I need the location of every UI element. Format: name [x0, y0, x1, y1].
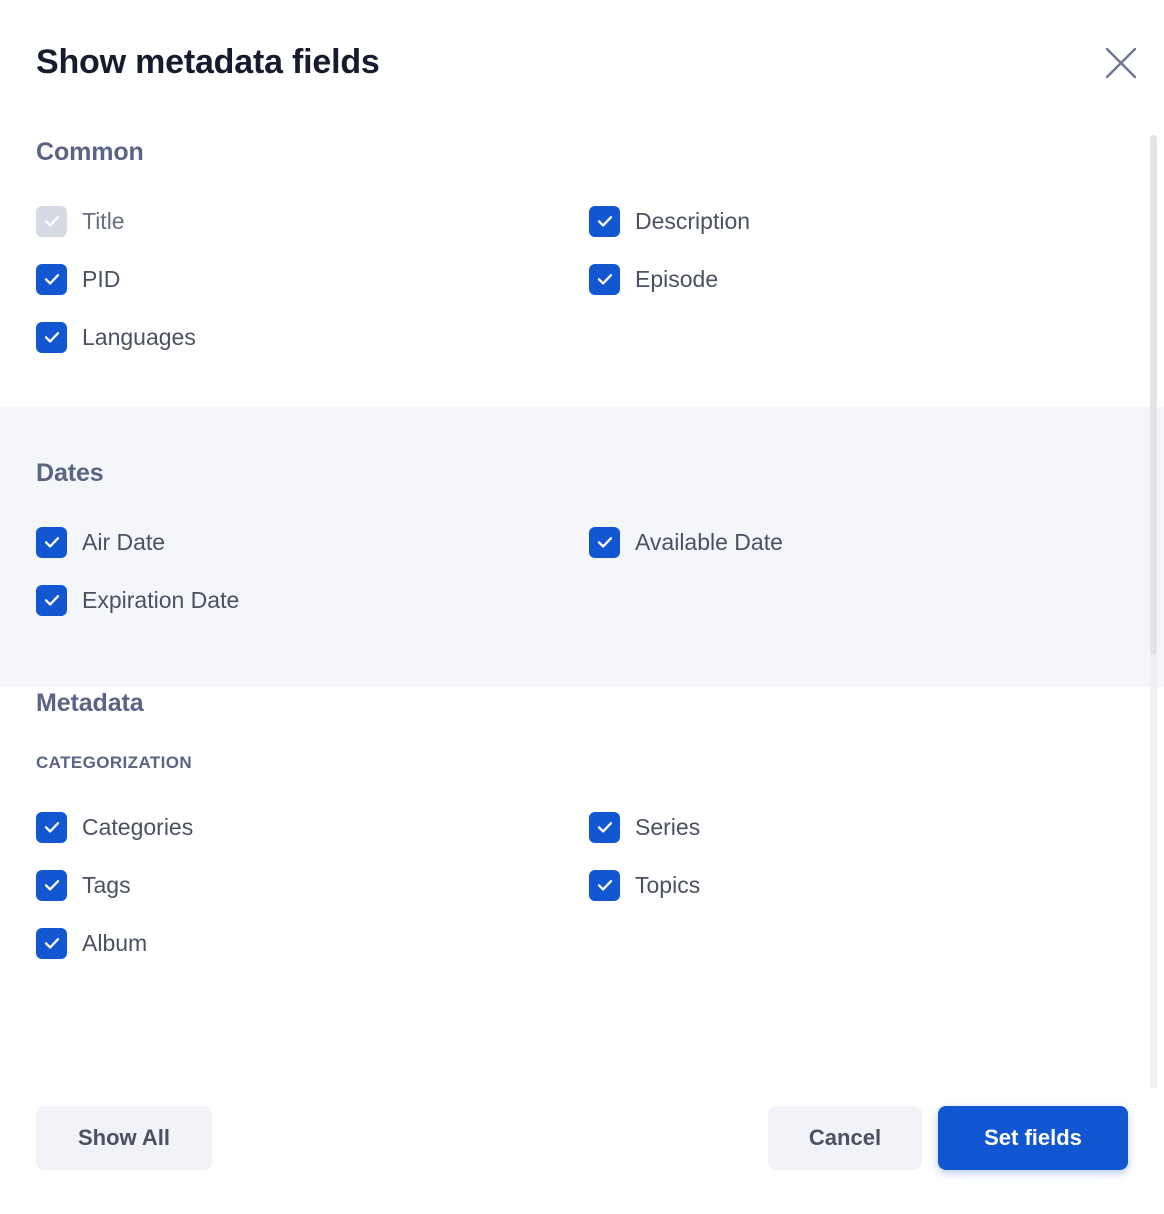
checkbox-categories[interactable] [36, 811, 67, 843]
close-button[interactable] [1098, 40, 1144, 86]
field-label: Available Date [635, 529, 783, 555]
checkbox-episode[interactable] [589, 263, 620, 295]
section-title-dates: Dates [36, 459, 104, 487]
checkbox-air-date[interactable] [36, 526, 67, 558]
field-row[interactable]: Topics [589, 856, 1128, 914]
field-label: Series [635, 814, 701, 840]
field-label: Expiration Date [82, 587, 240, 613]
dialog-footer: Show All Cancel Set fields [0, 1088, 1164, 1214]
set-fields-button[interactable]: Set fields [938, 1106, 1128, 1170]
field-label: Tags [82, 872, 131, 898]
show-all-button[interactable]: Show All [36, 1106, 212, 1170]
cancel-button[interactable]: Cancel [768, 1106, 922, 1170]
field-label: Description [635, 208, 751, 234]
field-label: Album [82, 930, 148, 956]
section-common: Common Title Description PID Episode Language… [0, 118, 1164, 407]
section-title-metadata: Metadata [36, 689, 144, 717]
subsection-title-categorization: CATEGORIZATION [36, 753, 193, 772]
field-row[interactable]: PID [36, 250, 589, 308]
field-row[interactable]: Album [36, 914, 589, 972]
checkbox-topics[interactable] [589, 869, 620, 901]
field-grid-dates: Air Date Available Date Expiration Date [36, 513, 1128, 629]
field-row[interactable]: Episode [589, 250, 1128, 308]
show-metadata-fields-dialog: Show metadata fields Common Title Descript… [0, 0, 1164, 1214]
field-label: Categories [82, 814, 194, 840]
field-grid-common: Title Description PID Episode Languages [36, 192, 1128, 366]
scrollbar-thumb[interactable] [1150, 135, 1157, 655]
dialog-header: Show metadata fields [0, 0, 1164, 118]
checkbox-album[interactable] [36, 927, 67, 959]
section-title-common: Common [36, 138, 144, 166]
field-label: Title [82, 208, 125, 234]
field-label: PID [82, 266, 121, 292]
field-row[interactable]: Tags [36, 856, 589, 914]
checkbox-description[interactable] [589, 205, 620, 237]
field-row[interactable]: Air Date [36, 513, 589, 571]
section-metadata: Metadata CATEGORIZATION Categories Series Ta… [0, 687, 1164, 972]
close-icon [1104, 46, 1138, 80]
field-label: Topics [635, 872, 701, 898]
checkbox-series[interactable] [589, 811, 620, 843]
checkbox-expiration-date[interactable] [36, 584, 67, 616]
scrollbar-track[interactable] [1150, 135, 1157, 1100]
checkbox-tags[interactable] [36, 869, 67, 901]
dialog-scroll-body: Common Title Description PID Episode Language… [0, 118, 1164, 1100]
field-row[interactable]: Available Date [589, 513, 1128, 571]
field-label: Episode [635, 266, 719, 292]
checkbox-languages[interactable] [36, 321, 67, 353]
field-label: Languages [82, 324, 196, 350]
page-title: Show metadata fields [36, 43, 380, 81]
sections-container: Common Title Description PID Episode Language… [0, 118, 1164, 972]
field-row[interactable]: Description [589, 192, 1128, 250]
field-row: Title [36, 192, 589, 250]
checkbox-available-date[interactable] [589, 526, 620, 558]
field-grid-metadata: Categories Series Tags Topics Album [36, 798, 1128, 972]
checkbox-title [36, 205, 67, 237]
footer-actions: Cancel Set fields [768, 1106, 1128, 1170]
field-row[interactable]: Expiration Date [36, 571, 589, 629]
section-dates: Dates Air Date Available Date Expiration Da… [0, 407, 1164, 687]
field-row[interactable]: Languages [36, 308, 589, 366]
checkbox-pid[interactable] [36, 263, 67, 295]
field-row[interactable]: Series [589, 798, 1128, 856]
field-row[interactable]: Categories [36, 798, 589, 856]
field-label: Air Date [82, 529, 166, 555]
